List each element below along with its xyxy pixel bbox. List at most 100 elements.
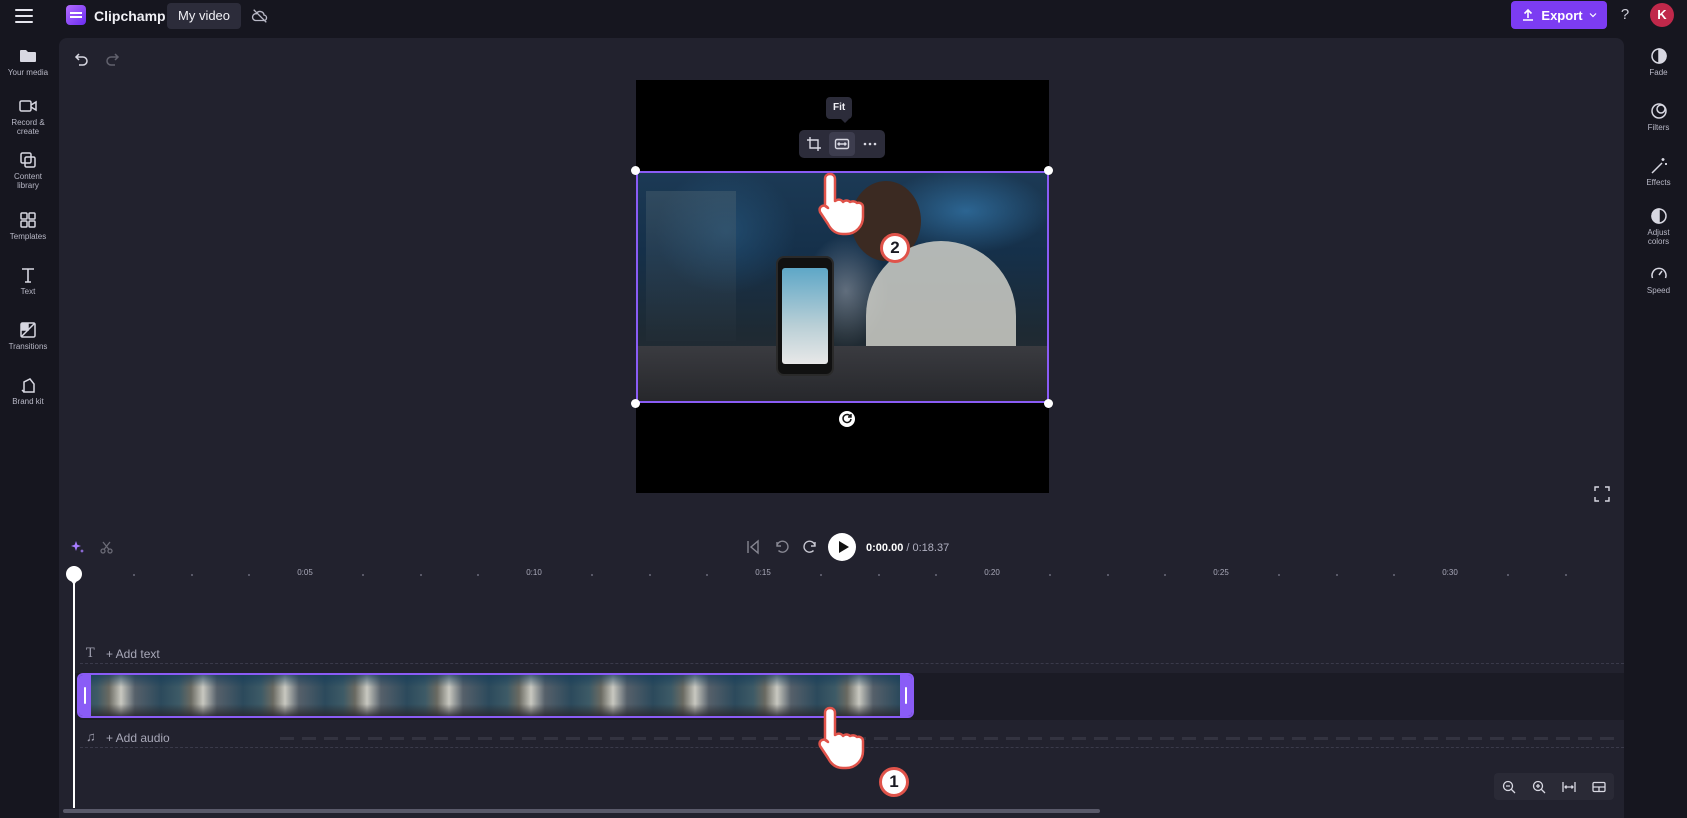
add-audio-button[interactable]: + Add audio: [106, 731, 170, 745]
filters-icon: [1650, 103, 1667, 119]
ruler-tick-dot: [476, 574, 479, 576]
scissors-icon[interactable]: [99, 540, 114, 555]
app-name: Clipchamp: [94, 8, 166, 24]
right-sidebar: Fade Filters Effects Adjust colors Speed: [1630, 38, 1687, 308]
sidebar-item-label: Fade: [1649, 68, 1668, 77]
video-clip[interactable]: [77, 673, 914, 718]
sidebar-item-label: Your media: [7, 68, 49, 77]
sidebar-item-content-library[interactable]: Content library: [0, 150, 56, 190]
current-time: 0:00.00: [866, 542, 904, 554]
ruler-tick-dot: [820, 574, 823, 576]
resize-handle-bottom-left[interactable]: [631, 399, 640, 408]
total-time: 0:18.37: [912, 542, 950, 554]
effects-icon: [1650, 158, 1667, 174]
ruler-tick-dot: [133, 574, 136, 576]
magic-sparkle-icon[interactable]: [70, 540, 85, 555]
resize-handle-top-right[interactable]: [1044, 166, 1053, 175]
top-bar: Clipchamp My video Export ? K: [0, 0, 1687, 32]
folder-icon: [20, 50, 36, 62]
skip-back-icon[interactable]: [744, 538, 762, 556]
redo-icon[interactable]: [104, 50, 122, 68]
ruler-tick-dot: [591, 574, 594, 576]
text-track-icon: T: [86, 646, 95, 661]
sidebar-item-brand-kit[interactable]: Brand kit: [0, 375, 56, 406]
pointer-hand-icon: [818, 172, 865, 236]
ruler-tick-label: 0:20: [984, 568, 1000, 577]
fit-timeline-icon[interactable]: [1562, 780, 1576, 794]
ruler-tick-dot: [190, 574, 193, 576]
chevron-down-icon: [1589, 13, 1597, 18]
templates-icon: [20, 212, 36, 228]
sidebar-item-label: Templates: [9, 232, 47, 241]
zoom-in-icon[interactable]: [1532, 780, 1546, 794]
crop-button[interactable]: [801, 132, 827, 156]
ruler-tick-dot: [648, 574, 651, 576]
sidebar-item-filters[interactable]: Filters: [1630, 101, 1687, 132]
library-icon: [20, 152, 36, 168]
export-label: Export: [1541, 7, 1583, 23]
sidebar-item-label: Adjust colors: [1647, 228, 1670, 246]
sidebar-item-adjust-colors[interactable]: Adjust colors: [1630, 206, 1687, 246]
zoom-out-icon[interactable]: [1502, 780, 1516, 794]
sidebar-item-text[interactable]: Text: [0, 265, 56, 296]
ruler-tick-dot: [1335, 574, 1338, 576]
video-scene-shelf: [646, 191, 736, 341]
avatar[interactable]: K: [1650, 3, 1674, 27]
sidebar-item-your-media[interactable]: Your media: [0, 46, 56, 77]
undo-icon[interactable]: [72, 50, 90, 68]
forward-5-icon[interactable]: [801, 538, 819, 556]
ruler-tick-label: 0:15: [755, 568, 771, 577]
ruler-tick-dot: [934, 574, 937, 576]
step-2-badge: 2: [880, 233, 910, 263]
cloud-off-icon[interactable]: [251, 7, 269, 25]
add-text-button[interactable]: + Add text: [106, 647, 160, 661]
transitions-icon: [20, 322, 36, 338]
video-scene-desk: [636, 346, 1049, 403]
sidebar-item-label: Filters: [1647, 123, 1670, 132]
trim-handle-right[interactable]: [900, 675, 912, 716]
rewind-5-icon[interactable]: [773, 538, 791, 556]
playback-time: 0:00.00 / 0:18.37: [866, 542, 949, 554]
rotate-handle[interactable]: [839, 411, 855, 427]
trim-handle-left[interactable]: [79, 675, 91, 716]
ruler-tick-dot: [1163, 574, 1166, 576]
left-sidebar: Your media Record & create Content libra…: [0, 38, 56, 418]
sidebar-item-record-create[interactable]: Record & create: [0, 96, 56, 136]
clipchamp-editor: Clipchamp My video Export ? K Your media…: [0, 0, 1687, 818]
context-toolbar: [799, 130, 885, 158]
camera-icon: [19, 100, 37, 112]
fade-icon: [1650, 48, 1667, 64]
ruler-tick-dot: [1564, 574, 1567, 576]
help-icon[interactable]: ?: [1618, 6, 1632, 23]
menu-icon[interactable]: [14, 7, 34, 25]
music-note-icon: ♫: [86, 729, 96, 744]
rotate-icon: [842, 413, 852, 424]
brand-kit-icon: [21, 378, 35, 393]
fit-button[interactable]: [829, 132, 855, 156]
sidebar-item-label: Speed: [1646, 286, 1671, 295]
ruler-tick-dot: [362, 574, 365, 576]
sidebar-item-fade[interactable]: Fade: [1630, 46, 1687, 77]
text-icon: [22, 268, 34, 283]
resize-handle-top-left[interactable]: [631, 166, 640, 175]
timeline-scrollbar[interactable]: [63, 809, 1100, 813]
sidebar-item-transitions[interactable]: Transitions: [0, 320, 56, 351]
sidebar-item-templates[interactable]: Templates: [0, 210, 56, 241]
fullscreen-icon[interactable]: [1594, 486, 1610, 502]
play-button[interactable]: [828, 533, 856, 561]
sidebar-item-speed[interactable]: Speed: [1630, 264, 1687, 295]
project-title-tab[interactable]: My video: [167, 3, 242, 29]
speed-icon: [1650, 267, 1667, 279]
ruler-tick-dot: [419, 574, 422, 576]
more-options-button[interactable]: [857, 132, 883, 156]
text-track[interactable]: T + Add text: [80, 644, 1624, 664]
sidebar-item-effects[interactable]: Effects: [1630, 156, 1687, 187]
sidebar-item-label: Effects: [1646, 178, 1671, 187]
ruler-tick-label: 0:30: [1442, 568, 1458, 577]
timeline-ruler[interactable]: 0:05 0:10 0:15 0:20 0:25 0:30: [75, 568, 1624, 584]
resize-handle-bottom-right[interactable]: [1044, 399, 1053, 408]
export-button[interactable]: Export: [1511, 1, 1607, 29]
sidebar-item-label: Record & create: [11, 118, 45, 136]
ruler-tick-dot: [1507, 574, 1510, 576]
timeline-view-icon[interactable]: [1592, 780, 1606, 794]
